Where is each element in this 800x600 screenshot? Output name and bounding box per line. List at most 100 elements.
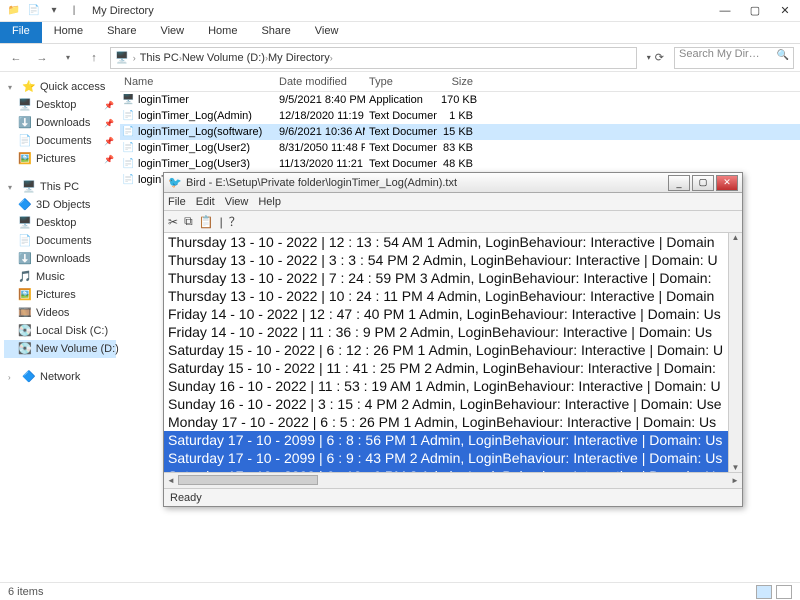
sidebar-item[interactable]: 🖥️Desktop — [4, 214, 116, 232]
breadcrumb[interactable]: 🖥️ › This PC›New Volume (D:)›My Director… — [110, 47, 637, 69]
chevron-down-icon[interactable]: ▾ — [647, 53, 651, 62]
scrollbar-thumb[interactable] — [178, 475, 318, 485]
vertical-scrollbar[interactable] — [728, 233, 742, 472]
item-icon: 📄 — [18, 234, 32, 248]
status-text: 6 items — [8, 586, 43, 598]
log-line[interactable]: Saturday 17 - 10 - 2099 | 6 : 9 : 43 PM … — [164, 449, 742, 467]
file-type: Application — [365, 94, 437, 106]
sidebar-item[interactable]: 💽Local Disk (C:) — [4, 322, 116, 340]
ribbon-tab[interactable]: Share — [95, 22, 148, 43]
folder-icon: 🖥️ — [18, 98, 32, 112]
view-details-icon[interactable] — [756, 585, 772, 599]
log-line[interactable]: Saturday 15 - 10 - 2022 | 6 : 12 : 26 PM… — [164, 341, 742, 359]
column-header-name[interactable]: Name — [120, 76, 275, 88]
ribbon-tab-file[interactable]: File — [0, 22, 42, 43]
back-button[interactable]: ← — [6, 48, 26, 68]
item-icon: 🎞️ — [18, 306, 32, 320]
file-name: loginTimer_Log(Admin) — [120, 110, 275, 122]
minimize-button[interactable]: — — [710, 0, 740, 22]
search-input[interactable]: Search My Dir… — [674, 47, 794, 69]
sidebar-item[interactable]: 🖼️Pictures — [4, 286, 116, 304]
chevron-down-icon[interactable]: ▾ — [58, 48, 78, 68]
column-header-type[interactable]: Type — [365, 76, 437, 88]
chevron-down-icon[interactable]: ▾ — [46, 3, 62, 19]
copy-icon[interactable]: ⧉ — [184, 214, 193, 229]
breadcrumb-segment[interactable]: My Directory — [268, 52, 330, 64]
sidebar-item[interactable]: ⬇️Downloads — [4, 250, 116, 268]
sidebar-item-label: Downloads — [36, 117, 90, 129]
log-line[interactable]: Saturday 17 - 10 - 2099 | 6 : 8 : 56 PM … — [164, 431, 742, 449]
log-line[interactable]: Thursday 13 - 10 - 2022 | 7 : 24 : 59 PM… — [164, 269, 742, 287]
editor-menu-help[interactable]: Help — [258, 196, 281, 208]
help-icon[interactable]: ？ — [229, 213, 241, 230]
log-line[interactable]: Thursday 13 - 10 - 2022 | 3 : 3 : 54 PM … — [164, 251, 742, 269]
ribbon-tab-home[interactable]: Home — [196, 22, 249, 43]
paste-icon[interactable]: 📋 — [199, 215, 214, 229]
editor-maximize-button[interactable]: ▢ — [692, 175, 714, 191]
file-name: loginTimer_Log(User2) — [120, 142, 275, 154]
navbar: ← → ▾ ↑ 🖥️ › This PC›New Volume (D:)›My … — [0, 44, 800, 72]
editor-titlebar[interactable]: 🐦 Bird - E:\Setup\Private folder\loginTi… — [164, 173, 742, 193]
close-button[interactable]: ✕ — [770, 0, 800, 22]
file-size: 1 KB — [437, 110, 477, 122]
editor-close-button[interactable]: ✕ — [716, 175, 738, 191]
breadcrumb-segment[interactable]: New Volume (D:) — [182, 52, 265, 64]
item-icon: 💽 — [18, 324, 32, 338]
sidebar-item[interactable]: ⬇️Downloads📌 — [4, 114, 116, 132]
table-row[interactable]: loginTimer_Log(User2)8/31/2050 11:48 PMT… — [120, 140, 800, 156]
file-size: 15 KB — [437, 126, 477, 138]
sidebar-this-pc[interactable]: ▾🖥️This PC — [4, 178, 116, 196]
log-line[interactable]: Monday 17 - 10 - 2022 | 6 : 5 : 26 PM 1 … — [164, 413, 742, 431]
sidebar-network[interactable]: ›🔷Network — [4, 368, 116, 386]
forward-button[interactable]: → — [32, 48, 52, 68]
sidebar-item[interactable]: 🎵Music — [4, 268, 116, 286]
table-row[interactable]: loginTimer_Log(software)9/6/2021 10:36 A… — [120, 124, 800, 140]
sidebar-quick-access[interactable]: ▾⭐Quick access — [4, 78, 116, 96]
log-line[interactable]: Friday 14 - 10 - 2022 | 11 : 36 : 9 PM 2… — [164, 323, 742, 341]
sidebar-item-label: Pictures — [36, 153, 76, 165]
file-type: Text Document — [365, 126, 437, 138]
log-line[interactable]: Sunday 16 - 10 - 2022 | 3 : 15 : 4 PM 2 … — [164, 395, 742, 413]
view-large-icon[interactable] — [776, 585, 792, 599]
sidebar-item[interactable]: 🔷3D Objects — [4, 196, 116, 214]
editor-title: Bird - E:\Setup\Private folder\loginTime… — [186, 177, 668, 189]
log-line[interactable]: Thursday 13 - 10 - 2022 | 12 : 13 : 54 A… — [164, 233, 742, 251]
ribbon-tab[interactable]: Home — [42, 22, 95, 43]
maximize-button[interactable]: ▢ — [740, 0, 770, 22]
doc-icon: 📄 — [26, 3, 42, 19]
breadcrumb-segment[interactable]: This PC — [140, 52, 179, 64]
ribbon-tab[interactable]: View — [148, 22, 196, 43]
editor-minimize-button[interactable]: _ — [668, 175, 690, 191]
cut-icon[interactable]: ✂ — [168, 215, 178, 229]
sidebar-item[interactable]: 📄Documents📌 — [4, 132, 116, 150]
folder-icon: ⬇️ — [18, 116, 32, 130]
divider: | — [66, 3, 82, 19]
editor-menu-edit[interactable]: Edit — [196, 196, 215, 208]
table-row[interactable]: loginTimer9/5/2021 8:40 PMApplication170… — [120, 92, 800, 108]
bird-icon: 🐦 — [168, 176, 182, 190]
column-header-size[interactable]: Size — [437, 76, 477, 88]
column-header-date[interactable]: Date modified — [275, 76, 365, 88]
editor-window: 🐦 Bird - E:\Setup\Private folder\loginTi… — [163, 172, 743, 507]
sidebar-item[interactable]: 📄Documents — [4, 232, 116, 250]
table-row[interactable]: loginTimer_Log(User3)11/13/2020 11:21 AM… — [120, 156, 800, 172]
log-line[interactable]: Saturday 15 - 10 - 2022 | 11 : 41 : 25 P… — [164, 359, 742, 377]
table-row[interactable]: loginTimer_Log(Admin)12/18/2020 11:19 PM… — [120, 108, 800, 124]
sidebar-item[interactable]: 🖥️Desktop📌 — [4, 96, 116, 114]
horizontal-scrollbar[interactable] — [164, 472, 742, 488]
sidebar-item-label: Downloads — [36, 253, 90, 265]
log-line[interactable]: Friday 14 - 10 - 2022 | 12 : 47 : 40 PM … — [164, 305, 742, 323]
editor-content[interactable]: Thursday 13 - 10 - 2022 | 12 : 13 : 54 A… — [164, 233, 742, 472]
ribbon-tab-share[interactable]: Share — [249, 22, 302, 43]
sidebar-item[interactable]: 🖼️Pictures📌 — [4, 150, 116, 168]
sidebar-item[interactable]: 💽New Volume (D:) — [4, 340, 116, 358]
log-line[interactable]: Sunday 16 - 10 - 2022 | 11 : 53 : 19 AM … — [164, 377, 742, 395]
log-line[interactable]: Thursday 13 - 10 - 2022 | 10 : 24 : 11 P… — [164, 287, 742, 305]
editor-menu-view[interactable]: View — [225, 196, 249, 208]
ribbon-tab-view[interactable]: View — [303, 22, 351, 43]
sidebar-item[interactable]: 🎞️Videos — [4, 304, 116, 322]
sidebar-item-label: Documents — [36, 135, 92, 147]
refresh-button[interactable]: ⟳ — [655, 51, 664, 64]
editor-menu-file[interactable]: File — [168, 196, 186, 208]
up-button[interactable]: ↑ — [84, 48, 104, 68]
